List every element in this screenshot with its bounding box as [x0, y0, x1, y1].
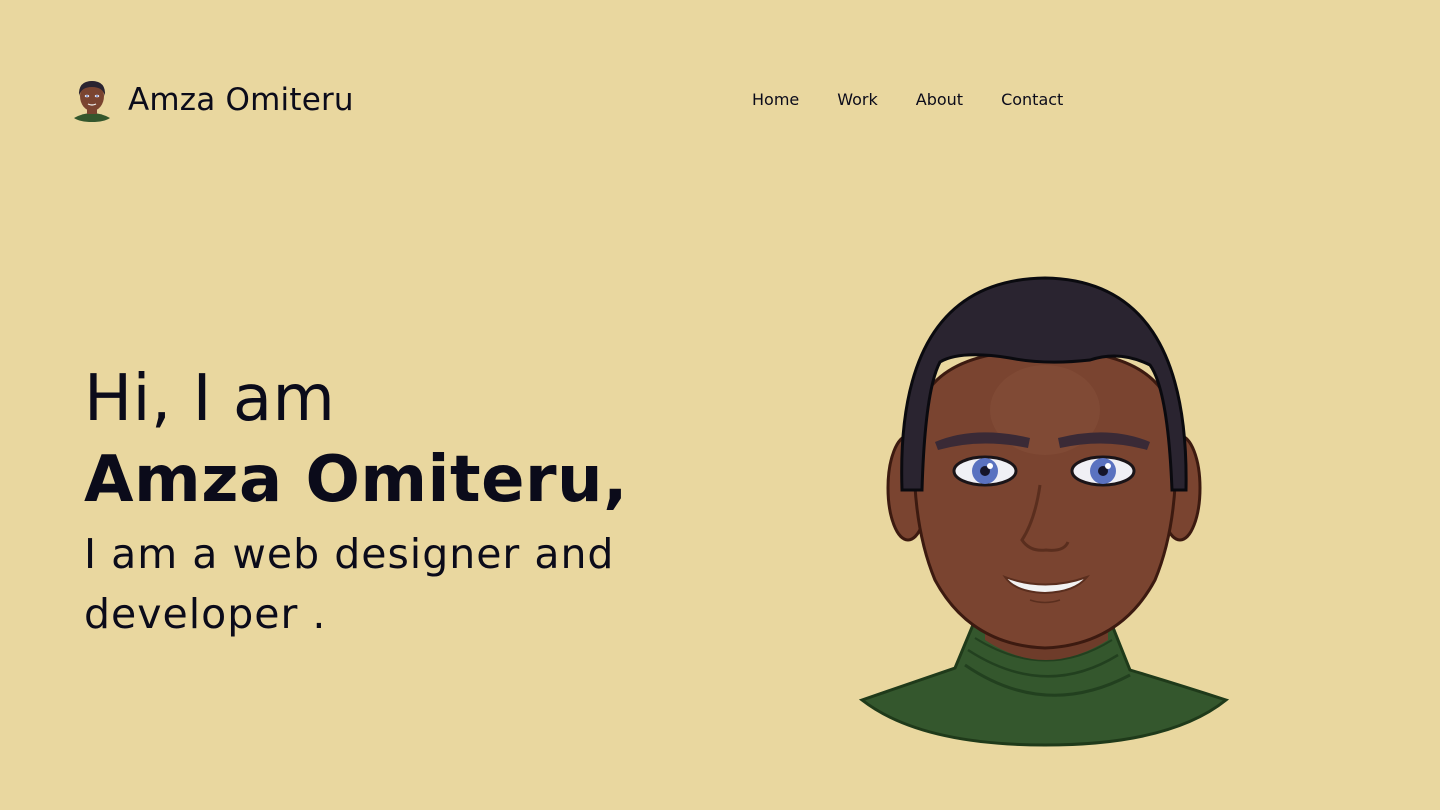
main-nav: Home Work About Contact [752, 90, 1101, 110]
nav-item-work: Work [837, 90, 878, 110]
nav-link-home[interactable]: Home [752, 90, 799, 109]
hero-name: Amza Omiteru, [84, 443, 628, 517]
brand-link[interactable]: Amza Omiteru [74, 78, 354, 122]
hero-section: Hi, I am Amza Omiteru, I am a web design… [84, 362, 724, 644]
avatar-icon [74, 81, 110, 122]
nav-item-home: Home [752, 90, 799, 110]
nav-link-work[interactable]: Work [837, 90, 878, 109]
nav-link-about[interactable]: About [916, 90, 963, 109]
hero-greeting: Hi, I am [84, 362, 336, 436]
nav-item-contact: Contact [1001, 90, 1063, 110]
hero-tagline: I am a web designer and developer . [84, 530, 615, 638]
portrait-illustration [858, 276, 1230, 747]
page: Amza Omiteru Home Work About Contact Hi,… [0, 0, 1440, 810]
nav-link-contact[interactable]: Contact [1001, 90, 1063, 109]
nav-item-about: About [916, 90, 963, 110]
brand-name: Amza Omiteru [128, 81, 354, 118]
